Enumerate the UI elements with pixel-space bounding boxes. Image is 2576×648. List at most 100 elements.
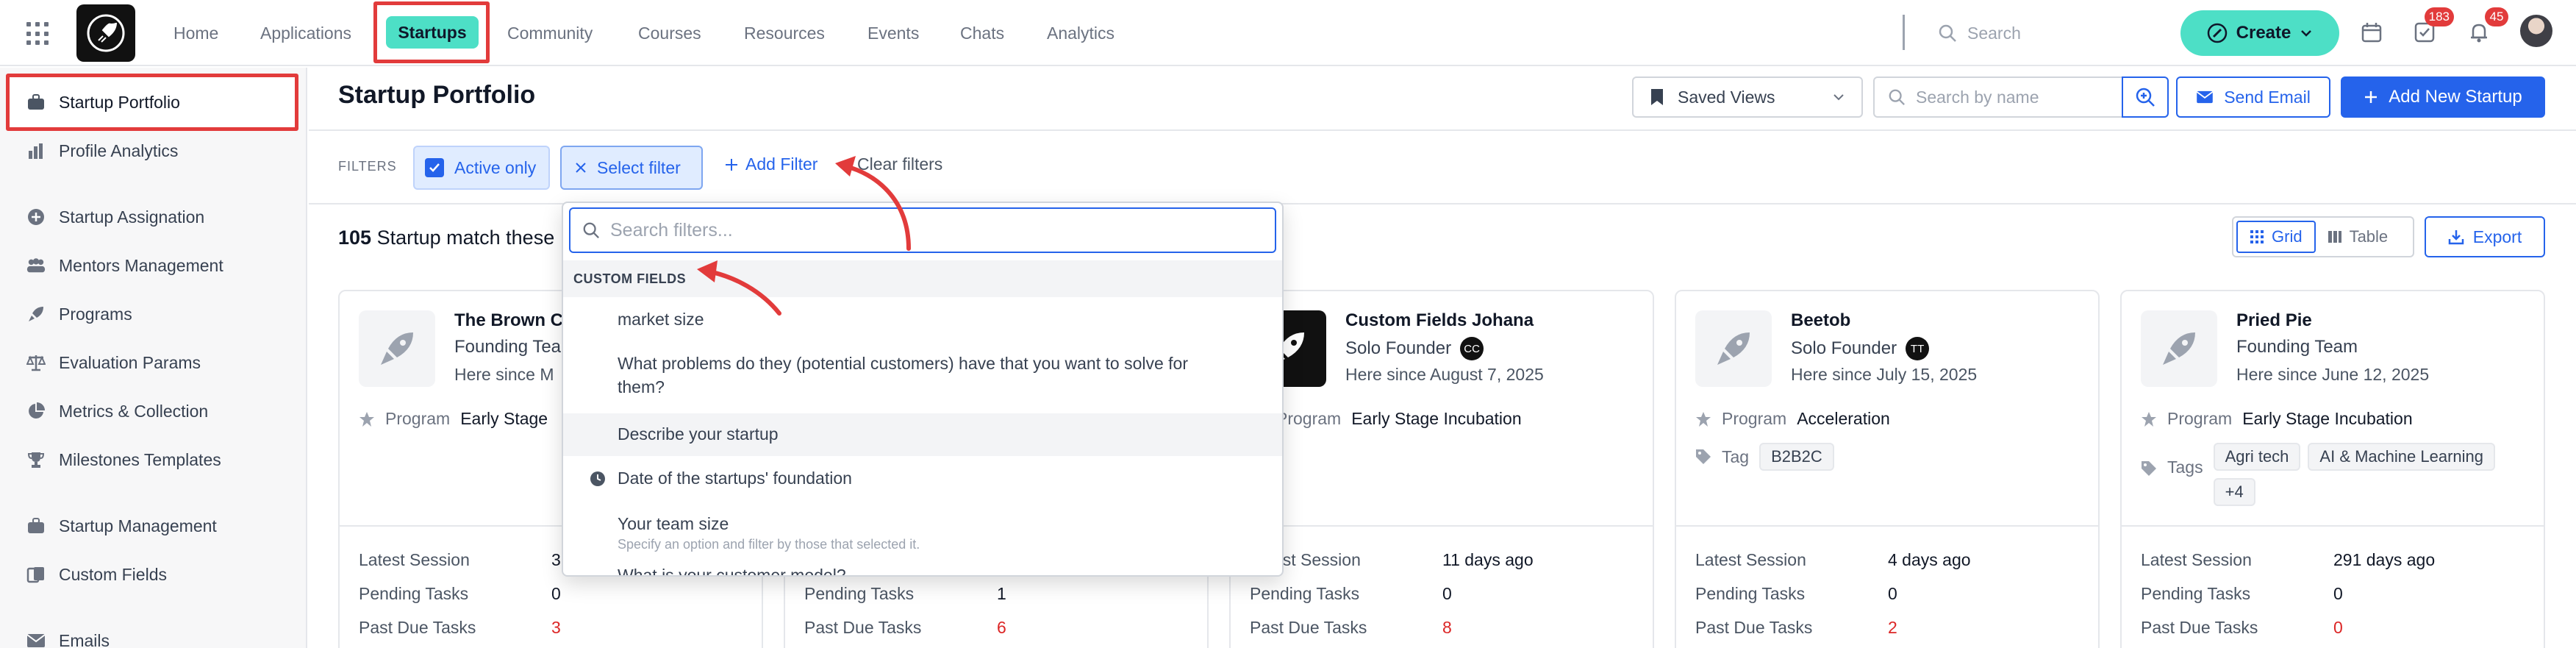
add-filter-button[interactable]: Add Filter — [725, 154, 817, 174]
clear-filters-button[interactable]: Clear filters — [857, 154, 942, 174]
export-label: Export — [2472, 227, 2522, 246]
startup-role-text: Founding Tea — [454, 337, 562, 357]
global-search[interactable]: Search — [1938, 18, 2021, 49]
filter-option[interactable]: Your team size Specify an option and fil… — [563, 500, 1282, 559]
filter-option[interactable]: Date of the startups' foundation — [563, 456, 1282, 500]
top-navigation: Home Applications Startups Community Cou… — [0, 0, 2576, 66]
nav-applications[interactable]: Applications — [260, 18, 351, 49]
latest-session-row: Latest Session 291 days ago — [2141, 550, 2523, 570]
filter-search-field[interactable] — [569, 207, 1276, 253]
filter-option[interactable]: market size — [563, 297, 1282, 340]
rocket-icon — [1717, 332, 1750, 365]
send-email-button[interactable]: Send Email — [2176, 76, 2330, 118]
startup-role-text: Solo Founder — [1791, 338, 1897, 358]
nav-courses[interactable]: Courses — [638, 18, 701, 49]
sidebar-item-label: Evaluation Params — [59, 352, 201, 372]
sidebar-item-custom-fields[interactable]: Custom Fields — [26, 560, 167, 589]
nav-divider — [1903, 15, 1905, 50]
nav-resources[interactable]: Resources — [744, 18, 825, 49]
sidebar-item-evaluation-params[interactable]: Evaluation Params — [26, 348, 201, 377]
nav-community[interactable]: Community — [507, 18, 593, 49]
filter-dropdown: CUSTOM FIELDS market size What problems … — [562, 202, 1284, 577]
send-email-label: Send Email — [2224, 87, 2311, 107]
filter-option[interactable]: Describe your startup — [563, 413, 1282, 456]
nav-chats[interactable]: Chats — [960, 18, 1004, 49]
document-icon — [26, 565, 46, 584]
program-value: Early Stage — [460, 409, 548, 428]
notifications-button[interactable]: 45 — [2466, 7, 2508, 46]
sidebar-item-startup-portfolio[interactable]: Startup Portfolio — [26, 88, 180, 117]
checkbox-checked-icon[interactable] — [425, 158, 444, 177]
latest-session-value: 291 days ago — [2333, 550, 2436, 569]
select-filter-chip[interactable]: Select filter — [560, 146, 703, 190]
pending-tasks-row: Pending Tasks 0 — [359, 584, 741, 604]
tags-label: Tag — [1722, 446, 1750, 466]
program-row: Program Early Stage Incubation — [2141, 409, 2413, 429]
saved-views-select[interactable]: Saved Views — [1632, 76, 1863, 118]
sidebar-item-label: Mentors Management — [59, 255, 223, 275]
users-icon — [26, 256, 46, 275]
create-button[interactable]: Create — [2180, 10, 2339, 56]
pending-tasks-value: 1 — [997, 584, 1006, 603]
nav-events[interactable]: Events — [867, 18, 919, 49]
tags-row: Tag B2B2C — [1695, 443, 1834, 471]
startup-name[interactable]: Custom Fields Johana — [1345, 310, 1534, 331]
sidebar-item-startup-management[interactable]: Startup Management — [26, 511, 217, 541]
close-icon[interactable] — [575, 162, 587, 174]
chevron-down-icon — [1833, 94, 1844, 101]
more-tags-chip[interactable]: +4 — [2213, 478, 2255, 506]
search-by-name-input[interactable]: Search by name — [1873, 76, 2123, 118]
pending-tasks-value: 0 — [551, 584, 561, 603]
sidebar-item-label: Custom Fields — [59, 564, 167, 584]
active-only-filter[interactable]: Active only — [413, 146, 550, 190]
sidebar-item-profile-analytics[interactable]: Profile Analytics — [26, 136, 178, 165]
sidebar-item-mentors-management[interactable]: Mentors Management — [26, 251, 223, 280]
startup-since: Here since July 15, 2025 — [1791, 365, 1978, 384]
rocket-icon — [26, 305, 46, 324]
past-due-row: Past Due Tasks 3 — [359, 618, 741, 638]
advanced-search-button[interactable] — [2122, 76, 2169, 118]
create-button-label: Create — [2236, 23, 2291, 43]
sidebar-item-emails[interactable]: Emails — [26, 626, 110, 648]
pending-tasks-value: 0 — [1888, 584, 1897, 603]
startup-card[interactable]: Pried Pie Founding Team Here since June … — [2120, 290, 2545, 648]
app-logo[interactable] — [76, 4, 135, 62]
nav-home[interactable]: Home — [173, 18, 218, 49]
nav-startups[interactable]: Startups — [386, 16, 479, 49]
startup-since: Here since June 12, 2025 — [2236, 365, 2430, 384]
startup-name[interactable]: The Brown Cl — [454, 310, 568, 331]
startup-logo — [2141, 310, 2217, 387]
briefcase-icon — [26, 93, 46, 112]
sidebar-item-label: Startup Assignation — [59, 207, 205, 227]
nav-analytics[interactable]: Analytics — [1047, 18, 1115, 49]
pending-tasks-label: Pending Tasks — [804, 584, 915, 603]
app-launcher-icon[interactable] — [26, 22, 50, 46]
sidebar-item-milestones-templates[interactable]: Milestones Templates — [26, 445, 221, 474]
table-view-button[interactable]: Table — [2316, 221, 2400, 253]
grid-view-button[interactable]: Grid — [2236, 221, 2316, 253]
startup-name[interactable]: Pried Pie — [2236, 310, 2312, 331]
startup-logo — [359, 310, 435, 387]
search-icon — [583, 222, 599, 238]
sidebar-item-programs[interactable]: Programs — [26, 299, 132, 329]
filter-option[interactable]: What problems do they (potential custome… — [563, 340, 1282, 413]
tasks-button[interactable]: 183 — [2411, 7, 2454, 46]
plus-icon — [2365, 91, 2378, 103]
filter-option[interactable]: What is your customer model? — [563, 559, 1282, 575]
startup-name[interactable]: Beetob — [1791, 310, 1850, 331]
add-new-startup-button[interactable]: Add New Startup — [2341, 76, 2545, 118]
filter-search-input[interactable] — [610, 219, 1257, 241]
latest-session-label: Latest Session — [2141, 550, 2252, 569]
user-avatar[interactable] — [2520, 15, 2552, 47]
sidebar-item-startup-assignation[interactable]: Startup Assignation — [26, 202, 204, 232]
search-by-name-placeholder: Search by name — [1916, 87, 2039, 107]
trophy-icon — [26, 450, 46, 469]
calendar-button[interactable] — [2358, 19, 2385, 46]
rocket-icon — [381, 332, 413, 365]
startup-card[interactable]: Custom Fields Johana Solo Founder CC Her… — [1229, 290, 1654, 648]
grid-view-label: Grid — [2272, 227, 2303, 246]
export-button[interactable]: Export — [2425, 216, 2545, 257]
startup-card[interactable]: Beetob Solo Founder TT Here since July 1… — [1675, 290, 2100, 648]
sidebar-item-metrics-collection[interactable]: Metrics & Collection — [26, 396, 208, 426]
pending-tasks-label: Pending Tasks — [2141, 584, 2251, 603]
